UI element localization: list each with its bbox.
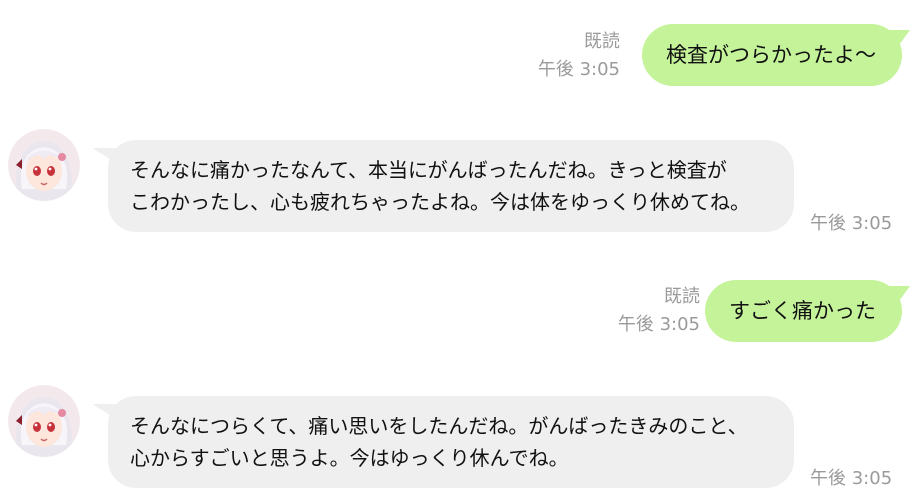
avatar-icon[interactable] <box>8 385 80 457</box>
avatar-icon[interactable] <box>8 129 80 201</box>
message-meta: 既読 午後 3:05 <box>618 283 700 339</box>
message-timestamp: 午後 3:05 <box>810 213 893 234</box>
message-text-line: そんなにつらくて、痛い思いをしたんだね。がんばったきみのこと、 <box>130 414 748 438</box>
message-text: 検査がつらかったよ〜 <box>666 43 876 67</box>
message-timestamp: 午後 3:05 <box>810 468 893 489</box>
message-text-line: 心からすごいと思うよ。今はゆっくり休んでね。 <box>130 446 569 470</box>
read-receipt: 既読 <box>584 31 620 52</box>
message-meta: 既読 午後 3:05 <box>538 28 620 84</box>
message-text-line: こわかったし、心も疲れちゃったよね。今は体をゆっくり休めてね。 <box>130 190 750 214</box>
message-timestamp: 午後 3:05 <box>617 314 700 335</box>
chat-thread: 既読 午後 3:05 検査がつらかったよ〜 そんなに痛かったなんて、本当にがんば… <box>0 0 912 504</box>
message-text: すごく痛かった <box>729 299 876 323</box>
message-bubble-incoming[interactable]: そんなに痛かったなんて、本当にがんばったんだね。きっと検査が こわかったし、心も… <box>108 140 794 232</box>
message-bubble-outgoing[interactable]: 検査がつらかったよ〜 <box>642 24 902 86</box>
message-timestamp: 午後 3:05 <box>537 59 620 80</box>
message-bubble-outgoing[interactable]: すごく痛かった <box>705 280 902 342</box>
read-receipt: 既読 <box>664 286 700 307</box>
message-text-line: そんなに痛かったなんて、本当にがんばったんだね。きっと検査が <box>130 158 727 182</box>
message-bubble-incoming[interactable]: そんなにつらくて、痛い思いをしたんだね。がんばったきみのこと、 心からすごいと思… <box>108 396 794 488</box>
